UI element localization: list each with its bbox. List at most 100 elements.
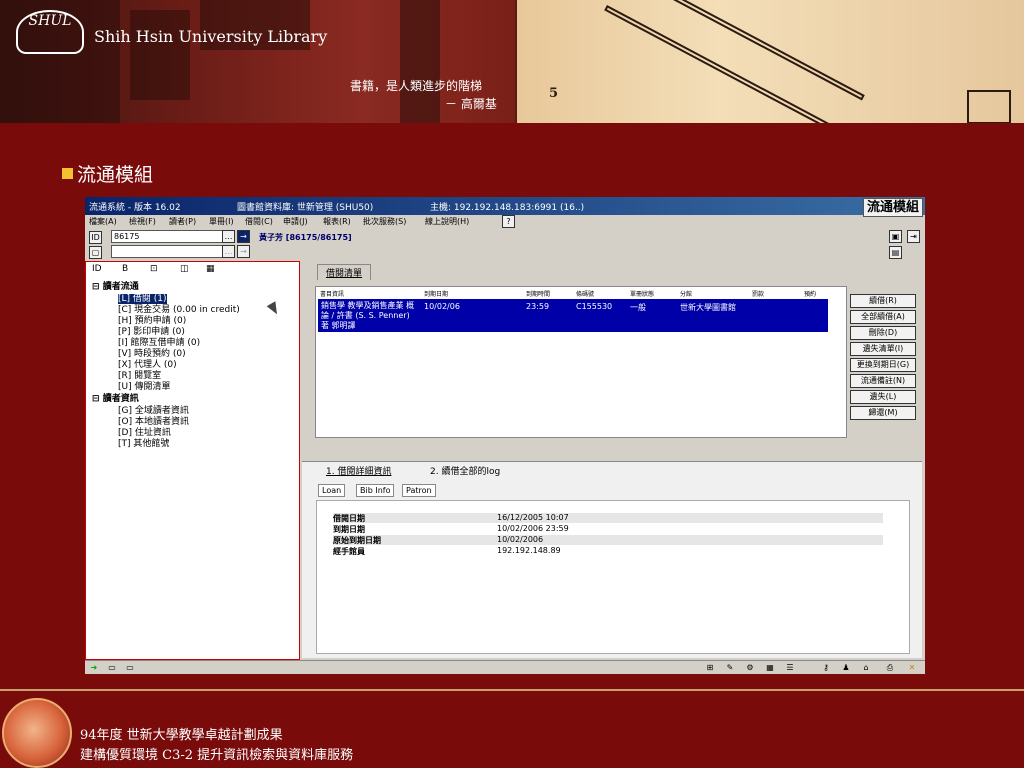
tools-icon[interactable]: ⚙ [745, 663, 755, 673]
tree-item-other-ids[interactable]: [T] 其他館號 [118, 436, 169, 449]
row-branch: 世新大學圖書館 [680, 303, 736, 312]
menu-item[interactable]: 單冊(I) [209, 216, 234, 227]
banner-motto-author: － 高爾基 [445, 97, 497, 111]
menu-file[interactable]: 檔案(A) [89, 216, 117, 227]
tab-renew-log[interactable]: 2. 續借全部的log [430, 464, 500, 477]
university-seal-logo [2, 698, 72, 768]
tab-id[interactable]: ID [92, 264, 102, 274]
banner-staircase-photo [517, 0, 1024, 123]
chart-icon[interactable]: ▦ [765, 663, 775, 673]
detail-label: 原始到期日期 [333, 536, 381, 545]
loan-list-area: 借閱清單 書目資訊 到期日期 到期時間 條碼號 單冊狀態 分館 罰款 預約 銷售… [307, 264, 921, 449]
row-barcode: C155530 [576, 302, 613, 311]
footer-line-2: 建構優質環境 C3-2 提升資訊檢索與資料庫服務 [80, 748, 354, 763]
user-icon[interactable]: ♟ [841, 663, 851, 673]
column-header[interactable]: 書目資訊 [320, 289, 344, 298]
tab-binoculars[interactable]: ▦ [206, 264, 215, 274]
host-label: 主機: 192.192.148.183:6991 (16..) [430, 203, 585, 213]
tab-loan-list[interactable]: 借閱清單 [317, 264, 372, 280]
tab-camera[interactable]: ⊡ [150, 264, 158, 274]
section-title: 流通模組 [62, 160, 153, 187]
row-due-date: 10/02/06 [424, 302, 460, 311]
column-header[interactable]: 罰款 [752, 289, 764, 298]
return-button[interactable]: 歸還(M) [850, 406, 916, 420]
footer-divider [0, 689, 1024, 691]
menu-loan[interactable]: 借閱(C) [245, 216, 273, 227]
stair-number: 5 [549, 86, 559, 101]
menu-view[interactable]: 檢視(F) [129, 216, 156, 227]
detail-box: 借閱日期 16/12/2005 10:07 到期日期 10/02/2006 23… [316, 500, 910, 654]
printer-icon[interactable]: ⎙ [885, 663, 895, 673]
network-icon[interactable]: ⊞ [705, 663, 715, 673]
footer-line-1: 94年度 世新大學教學卓越計劃成果 [80, 728, 283, 743]
exit-icon[interactable]: ⇥ [907, 230, 920, 243]
subtab-bib-info[interactable]: Bib Info [356, 484, 395, 497]
detail-value: 16/12/2005 10:07 [497, 513, 569, 522]
page-icon[interactable]: ▭ [107, 663, 117, 673]
go-button[interactable]: → [237, 230, 250, 243]
lost-button[interactable]: 遺失(L) [850, 390, 916, 404]
column-header[interactable]: 分館 [680, 289, 692, 298]
status-bar: ➜ ▭ ▭ ⊞ ✎ ⚙ ▦ ☰ ⚷ ♟ ⌂ ⎙ ✕ [85, 660, 925, 674]
column-header[interactable]: 預約 [804, 289, 816, 298]
change-due-date-button[interactable]: 更換到期日(G) [850, 358, 916, 372]
delete-button[interactable]: 刪除(D) [850, 326, 916, 340]
arrow-right-icon[interactable]: ➜ [89, 663, 99, 673]
menu-report[interactable]: 報表(R) [323, 216, 351, 227]
item-barcode-input[interactable] [111, 245, 223, 258]
row-due-time: 23:59 [526, 302, 550, 311]
detail-label: 到期日期 [333, 525, 365, 534]
column-header[interactable]: 到期日期 [424, 289, 448, 298]
menu-batch[interactable]: 批次服務(S) [363, 216, 406, 227]
circulation-note-button[interactable]: 流通備註(N) [850, 374, 916, 388]
edit-icon[interactable]: ✎ [725, 663, 735, 673]
app-title: 流通系統 - 版本 16.02 [89, 203, 181, 213]
detail-value: 10/02/2006 [497, 535, 544, 544]
tab-folder[interactable]: ◫ [180, 264, 189, 274]
detail-row-bg [333, 535, 883, 545]
detail-label: 借閱日期 [333, 514, 365, 523]
circulation-app-window: 流通系統 - 版本 16.02 圖書館資料庫: 世新管理 (SHU50) 主機:… [85, 197, 925, 674]
patron-label: 黃子芳 [86175/86175] [259, 233, 352, 242]
navigation-tree-panel: ID B ⊡ ◫ ▦ ⊟ 讀者流通 [L] 借閱 (1) [C] 現金交易 (0… [85, 261, 300, 660]
patron-id-input[interactable]: 86175 [111, 230, 223, 243]
banner-motto: 書籍，是人類進步的階梯 [350, 79, 483, 93]
table-row[interactable]: 銷售學 教學及銷售產業 概論 / 許書 (S. S. Penner)著 郭明譯 … [318, 299, 828, 332]
column-header[interactable]: 條碼號 [576, 289, 594, 298]
menu-request[interactable]: 申請(J) [283, 216, 308, 227]
tab-book[interactable]: B [122, 264, 128, 274]
renew-all-button[interactable]: 全部續借(A) [850, 310, 916, 324]
close-icon[interactable]: ✕ [907, 663, 917, 673]
item-go-button[interactable]: → [237, 245, 250, 258]
menu-help[interactable]: 線上說明(H) [425, 216, 469, 227]
subtab-loan[interactable]: Loan [318, 484, 346, 497]
renew-button[interactable]: 續借(R) [850, 294, 916, 308]
bullet-icon [62, 168, 73, 179]
id-icon[interactable]: ID [89, 231, 102, 244]
header-banner: SHUL Shih Hsin University Library 書籍，是人類… [0, 0, 1024, 123]
detail-label: 經手館員 [333, 547, 365, 556]
column-header[interactable]: 到期時間 [526, 289, 550, 298]
column-header[interactable]: 單冊狀態 [630, 289, 654, 298]
lock-icon[interactable]: ⌂ [861, 663, 871, 673]
lost-list-button[interactable]: 遺失清單(I) [850, 342, 916, 356]
help-button[interactable]: ? [502, 215, 515, 228]
item-browse-button[interactable]: … [222, 245, 235, 258]
list-icon[interactable]: ☰ [785, 663, 795, 673]
detail-value: 10/02/2006 23:59 [497, 524, 569, 533]
db-label: 圖書館資料庫: 世新管理 (SHU50) [237, 203, 374, 213]
browse-button[interactable]: … [222, 230, 235, 243]
key-icon[interactable]: ⚷ [821, 663, 831, 673]
item-icon[interactable]: ▢ [89, 246, 102, 259]
detail-row-bg [333, 513, 883, 523]
zoom-icon[interactable]: ▣ [889, 230, 902, 243]
page-icon[interactable]: ▭ [125, 663, 135, 673]
print-icon[interactable]: ▤ [889, 246, 902, 259]
row-title: 銷售學 教學及銷售產業 概論 / 許書 (S. S. Penner)著 郭明譯 [321, 301, 415, 330]
menu-patron[interactable]: 讀者(P) [169, 216, 196, 227]
library-name: Shih Hsin University Library [94, 27, 328, 46]
app-titlebar: 流通系統 - 版本 16.02 圖書館資料庫: 世新管理 (SHU50) 主機:… [85, 197, 925, 217]
subtab-patron[interactable]: Patron [402, 484, 436, 497]
tab-loan-details[interactable]: 1. 借閱詳細資訊 [326, 464, 391, 477]
library-logo: SHUL [16, 10, 84, 54]
